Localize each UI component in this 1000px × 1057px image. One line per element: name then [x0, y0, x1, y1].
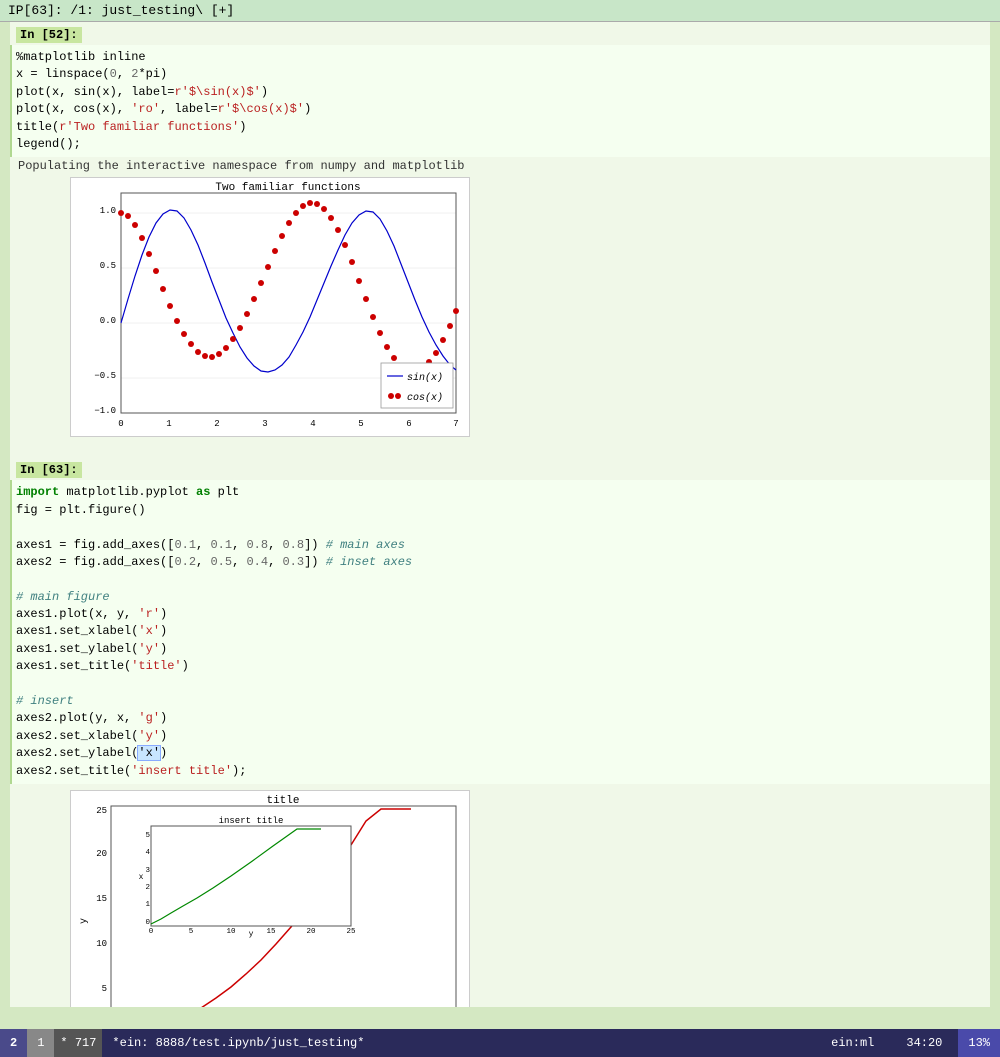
svg-text:2: 2 [145, 884, 150, 892]
svg-text:10: 10 [226, 928, 236, 936]
svg-text:25: 25 [346, 928, 356, 936]
svg-text:1: 1 [166, 419, 171, 429]
svg-text:6: 6 [406, 419, 411, 429]
cell-63-code[interactable]: import matplotlib.pyplot as plt fig = pl… [10, 480, 990, 784]
cell-52-prompt[interactable]: In [52]: [16, 27, 82, 43]
svg-text:0: 0 [149, 928, 154, 936]
svg-text:5: 5 [145, 832, 150, 840]
plot-2-container: title y x 0 5 10 15 20 25 0 1 2 3 4 5 [70, 790, 470, 1007]
svg-text:cos(x): cos(x) [407, 392, 443, 404]
status-cell-2: 2 [0, 1029, 27, 1057]
status-bar: 2 1 * 717 *ein: 8888/test.ipynb/just_tes… [0, 1029, 1000, 1057]
svg-text:25: 25 [96, 806, 107, 816]
code-text-63: import matplotlib.pyplot as plt fig = pl… [16, 484, 982, 780]
svg-text:y: y [79, 918, 90, 924]
status-modified: * 717 [54, 1029, 102, 1057]
svg-text:15: 15 [96, 894, 107, 904]
status-mode: ein:ml [815, 1032, 890, 1054]
svg-text:x: x [139, 873, 144, 882]
cell-63: In [63]: import matplotlib.pyplot as plt… [10, 457, 990, 786]
svg-text:0.0: 0.0 [100, 316, 116, 326]
cell-52-code[interactable]: %matplotlib inline x = linspace(0, 2*pi)… [10, 45, 990, 157]
svg-text:20: 20 [306, 928, 316, 936]
svg-text:15: 15 [266, 928, 276, 936]
svg-text:5: 5 [358, 419, 363, 429]
svg-text:−0.5: −0.5 [94, 371, 116, 381]
status-position: 34:20 [890, 1032, 958, 1054]
svg-text:−1.0: −1.0 [94, 406, 116, 416]
svg-text:4: 4 [145, 849, 150, 857]
plot-1-svg: Two familiar functions 1.0 0.5 0.0 −0.5 … [70, 177, 470, 437]
svg-text:Two familiar functions: Two familiar functions [215, 182, 360, 194]
svg-text:5: 5 [102, 984, 107, 994]
svg-text:0.5: 0.5 [100, 261, 116, 271]
cell-52-output: Populating the interactive namespace fro… [10, 157, 990, 175]
svg-text:sin(x): sin(x) [407, 372, 443, 384]
svg-text:3: 3 [262, 419, 267, 429]
svg-text:insert title: insert title [219, 816, 284, 826]
svg-text:y: y [249, 930, 254, 939]
svg-text:4: 4 [310, 419, 315, 429]
status-cell-1: 1 [27, 1029, 54, 1057]
status-percent: 13% [958, 1029, 1000, 1057]
svg-text:10: 10 [96, 939, 107, 949]
title-text: IP[63]: /1: just_testing\ [+] [8, 3, 234, 18]
code-text-52: %matplotlib inline x = linspace(0, 2*pi)… [16, 49, 982, 153]
cell-52: In [52]: %matplotlib inline x = linspace… [10, 22, 990, 177]
plot-1-container: Two familiar functions 1.0 0.5 0.0 −0.5 … [70, 177, 470, 441]
svg-text:7: 7 [453, 419, 458, 429]
svg-text:3: 3 [145, 867, 150, 875]
plot-2-svg: title y x 0 5 10 15 20 25 0 1 2 3 4 5 [70, 790, 470, 1007]
svg-text:title: title [266, 795, 299, 807]
title-bar: IP[63]: /1: just_testing\ [+] [0, 0, 1000, 22]
svg-text:20: 20 [96, 849, 107, 859]
notebook: In [52]: %matplotlib inline x = linspace… [10, 22, 990, 1007]
svg-text:2: 2 [214, 419, 219, 429]
svg-text:1.0: 1.0 [100, 206, 116, 216]
svg-text:5: 5 [189, 928, 194, 936]
status-filename: *ein: 8888/test.ipynb/just_testing* [102, 1032, 815, 1054]
cell-63-prompt[interactable]: In [63]: [16, 462, 82, 478]
svg-text:0: 0 [118, 419, 123, 429]
svg-text:1: 1 [145, 901, 150, 909]
svg-text:0: 0 [145, 919, 150, 927]
output-text-52: Populating the interactive namespace fro… [18, 159, 464, 173]
